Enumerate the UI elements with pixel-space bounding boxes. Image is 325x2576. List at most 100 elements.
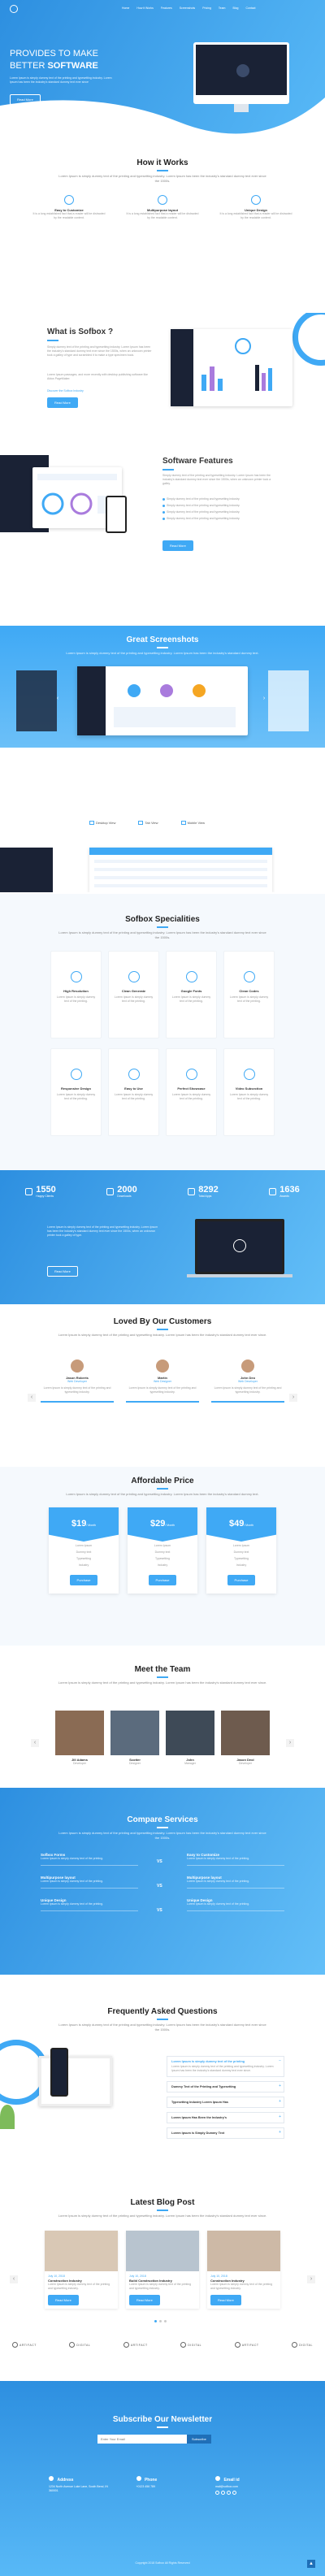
blog-read-more[interactable]: Read More xyxy=(129,2295,160,2305)
counter-value: 2000 xyxy=(117,1185,137,1195)
next-arrow-icon[interactable]: › xyxy=(307,2275,315,2283)
nav-item[interactable]: Team xyxy=(219,7,226,10)
purchase-button[interactable]: Purchase xyxy=(227,1575,256,1585)
phone-icon xyxy=(136,2476,141,2481)
prev-arrow-icon[interactable]: ‹ xyxy=(31,1739,39,1747)
blog-read-more[interactable]: Read More xyxy=(210,2295,241,2305)
view-tab-label: Desktop View xyxy=(96,821,116,825)
speciality-title: Easy to Use xyxy=(124,1086,143,1091)
nav-item[interactable]: Features xyxy=(161,7,172,10)
play-icon[interactable] xyxy=(233,1239,246,1252)
how-card: Multipurpose layout It is a long establis… xyxy=(126,195,199,220)
speciality-card: Easy to Use Lorem Ipsum is simply dummy t… xyxy=(108,1048,159,1136)
section-text: Lorem Ipsum is simply dummy text of the … xyxy=(58,1680,267,1685)
speciality-card: Perfect Showcase Lorem Ipsum is simply du… xyxy=(166,1048,217,1136)
views-table xyxy=(89,848,272,892)
video-button[interactable]: Read More xyxy=(47,1266,78,1277)
compare-item: Unique Design Lorem Ipsum is simply dummy… xyxy=(41,1898,138,1911)
testimonial-role: Web Designer xyxy=(153,1380,172,1383)
faq-item[interactable]: Lorem Ipsum is simply dummy text of the … xyxy=(167,2056,284,2077)
prev-arrow-icon[interactable]: ‹ xyxy=(54,695,62,703)
next-arrow-icon[interactable]: › xyxy=(286,1739,294,1747)
linkedin-icon[interactable] xyxy=(232,2491,236,2495)
hero-heading-1: PROVIDES TO MAKE xyxy=(10,49,99,59)
section-title: Affordable Price xyxy=(131,1477,194,1485)
team-role: Designer xyxy=(128,1762,141,1765)
speciality-title: High Resolution xyxy=(63,989,89,993)
client-name: ARTIFACT xyxy=(20,2343,37,2347)
faq-answer: Lorem Ipsum is simply dummy text of the … xyxy=(171,2065,274,2072)
prev-arrow-icon[interactable]: ‹ xyxy=(28,1394,36,1402)
client-name: DIGITAL xyxy=(76,2343,91,2347)
counter-value: 1550 xyxy=(36,1185,56,1195)
team-card: Jason Deol Developer xyxy=(221,1711,270,1766)
faq-question: Lorem Ipsum Has Been the Industry's xyxy=(171,2116,227,2119)
testimonial-text: Lorem Ipsum is simply dummy text of the … xyxy=(43,1386,111,1394)
blog-read-more[interactable]: Read More xyxy=(48,2295,79,2305)
speciality-text: Lorem Ipsum is simply dummy text of the … xyxy=(56,1093,96,1100)
faq-item[interactable]: Lorem Ipsum is Simply Dummy Text + xyxy=(167,2127,284,2139)
newsletter-email-input[interactable] xyxy=(98,2435,187,2444)
twitter-icon[interactable] xyxy=(221,2491,225,2495)
features-button[interactable]: Read More xyxy=(162,540,193,551)
view-tab-label: Mobile View xyxy=(187,821,206,825)
faq-question: Dummy Text of the Printing and Typesetti… xyxy=(171,2085,236,2088)
purchase-button[interactable]: Purchase xyxy=(69,1575,98,1585)
copyright: Copyright 2018 Sofbox All Rights Reserve… xyxy=(135,2561,190,2565)
device-icon xyxy=(89,821,94,825)
nav-item[interactable]: Pricing xyxy=(202,7,211,10)
counter-label: Total Apps xyxy=(198,1195,212,1198)
faq-item[interactable]: Dummy Text of the Printing and Typesetti… xyxy=(167,2081,284,2092)
client-name: DIGITAL xyxy=(299,2343,313,2347)
features-section: Software Features Simply dummy text of t… xyxy=(0,439,325,601)
what-button[interactable]: Read More xyxy=(47,397,78,408)
next-arrow-icon[interactable]: › xyxy=(260,695,268,703)
counter-value: 8292 xyxy=(198,1185,219,1195)
speciality-icon xyxy=(70,971,82,982)
plan-feature: Dummy text xyxy=(233,1550,249,1554)
plan-period: / Month xyxy=(165,1524,176,1527)
speciality-icon xyxy=(185,1069,197,1080)
counter-label: Awards xyxy=(280,1195,289,1198)
section-title: Latest Blog Post xyxy=(130,2198,195,2207)
pricing-section: Affordable Price Lorem Ipsum is simply d… xyxy=(0,1467,325,1646)
hero-button[interactable]: Read More xyxy=(10,94,41,105)
view-tab[interactable]: Mobile View xyxy=(180,821,206,825)
faq-item[interactable]: Lorem Ipsum Has Been the Industry's + xyxy=(167,2112,284,2123)
plan-feature: Typesetting xyxy=(76,1557,91,1560)
carousel-dot[interactable] xyxy=(164,2320,167,2322)
client-logo: DIGITAL xyxy=(180,2342,202,2348)
nav-item[interactable]: Blog xyxy=(232,7,238,10)
plan-price: $19 xyxy=(71,1519,87,1529)
blog-image xyxy=(45,2231,118,2271)
check-icon xyxy=(162,505,165,507)
nav-logo[interactable] xyxy=(10,5,18,13)
facebook-icon[interactable] xyxy=(215,2491,219,2495)
carousel-dot[interactable] xyxy=(154,2320,157,2322)
speciality-card: Clean Codes Lorem Ipsum is simply dummy t… xyxy=(223,951,275,1039)
pricing-card: $49/ Month Lorem Ipsum Dummy text Typesetti… xyxy=(206,1507,276,1594)
nav-item[interactable]: How it Works xyxy=(136,7,154,10)
what-link[interactable]: Discover the Sofbox Industry xyxy=(47,389,84,392)
back-to-top-icon[interactable]: ▲ xyxy=(307,2560,315,2568)
nav-item[interactable]: Home xyxy=(122,7,129,10)
carousel-dot[interactable] xyxy=(159,2320,162,2322)
monitor-stand xyxy=(234,104,249,112)
purchase-button[interactable]: Purchase xyxy=(148,1575,177,1585)
nav-item[interactable]: Contact xyxy=(245,7,255,10)
view-tab[interactable]: Desktop View xyxy=(89,821,115,825)
avatar xyxy=(156,1360,169,1373)
view-tab[interactable]: Tab View xyxy=(138,821,158,825)
subscribe-button[interactable]: Subscribe xyxy=(187,2435,211,2444)
plan-feature: Dummy text xyxy=(76,1550,92,1554)
next-arrow-icon[interactable]: › xyxy=(289,1394,297,1402)
check-icon xyxy=(162,498,165,501)
nav-item[interactable]: Screenshots xyxy=(180,7,195,10)
team-photo xyxy=(110,1711,159,1755)
faq-item[interactable]: Typesetting Industry Lorem Ipsum Has + xyxy=(167,2097,284,2108)
views-dark-panel xyxy=(0,848,53,892)
google-icon[interactable] xyxy=(227,2491,231,2495)
feature-list-text: Simply dummy text of the printing and ty… xyxy=(167,504,240,507)
speciality-title: Responsive Design xyxy=(61,1086,91,1091)
prev-arrow-icon[interactable]: ‹ xyxy=(10,2275,18,2283)
